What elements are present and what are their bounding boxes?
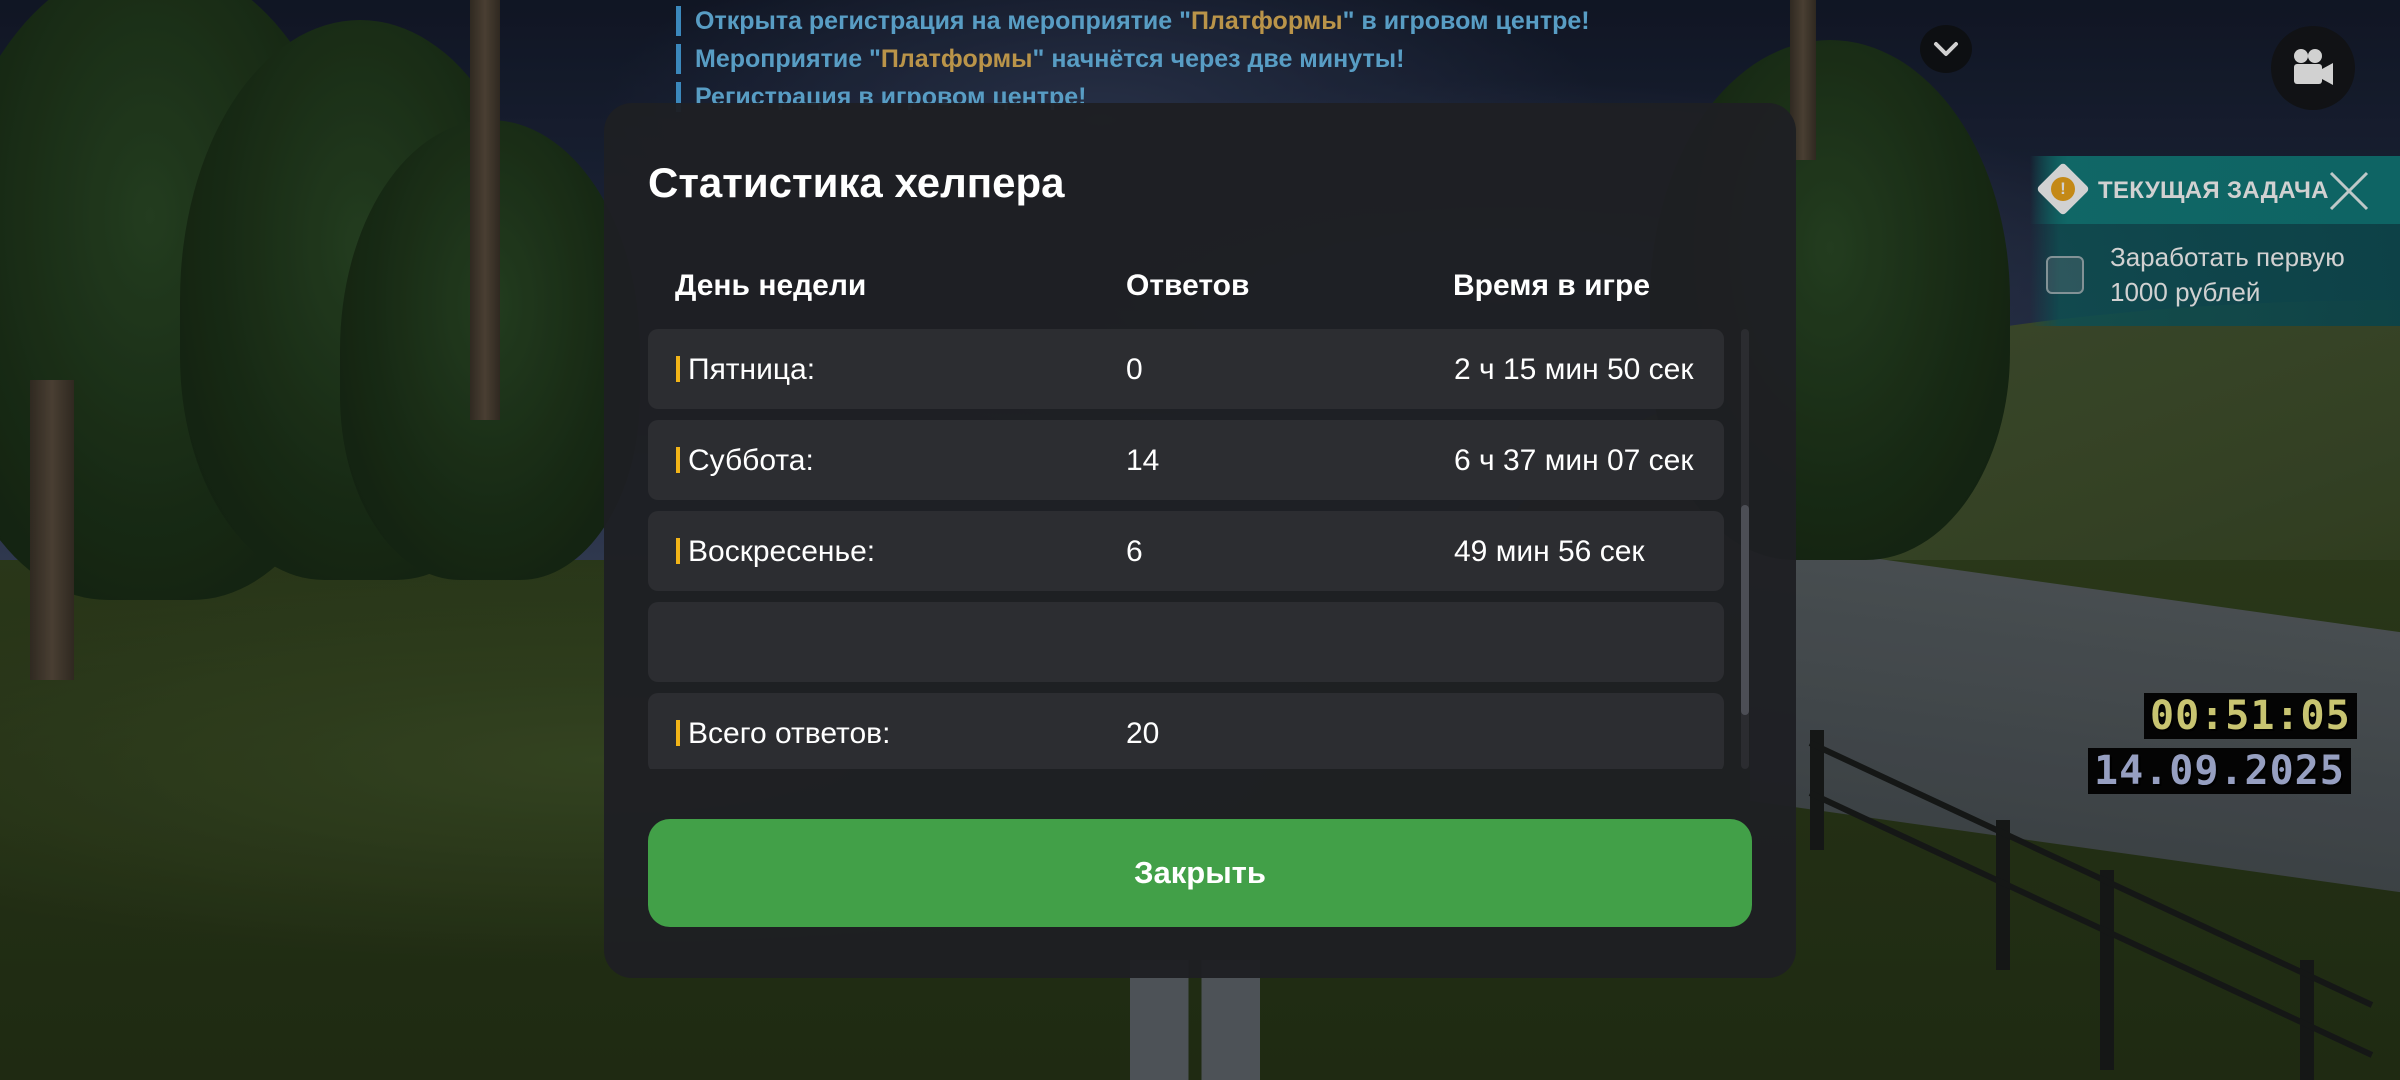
close-button[interactable]: Закрыть — [648, 819, 1752, 927]
column-header-answers: Ответов — [1126, 269, 1250, 302]
helper-stats-dialog: Статистика хелпера День недели Ответов В… — [604, 103, 1796, 978]
stats-table[interactable]: Пятница: 0 2 ч 15 мин 50 сек Суббота: 14… — [648, 329, 1728, 769]
row-marker — [676, 538, 680, 564]
cell-answers: 6 — [1126, 535, 1143, 568]
column-header-time: Время в игре — [1453, 269, 1651, 302]
table-row: Пятница: 0 2 ч 15 мин 50 сек — [648, 329, 1724, 409]
table-row-total: Всего ответов: 20 — [648, 693, 1724, 769]
column-header-day: День недели — [675, 269, 867, 302]
cell-total-label: Всего ответов: — [688, 717, 891, 750]
scrollbar-thumb[interactable] — [1741, 505, 1749, 715]
cell-time: 2 ч 15 мин 50 сек — [1454, 353, 1694, 386]
cell-total-answers: 20 — [1126, 717, 1160, 750]
cell-day: Воскресенье: — [688, 535, 876, 568]
cell-time: 6 ч 37 мин 07 сек — [1454, 444, 1694, 477]
scrollbar[interactable] — [1741, 329, 1749, 769]
row-marker — [676, 447, 680, 473]
cell-day: Суббота: — [688, 444, 814, 477]
dialog-title: Статистика хелпера — [648, 159, 1065, 206]
cell-answers: 0 — [1126, 353, 1143, 386]
game-scene: Открыта регистрация на мероприятие "Плат… — [0, 0, 2400, 1080]
row-marker — [676, 356, 680, 382]
cell-day: Пятница: — [688, 353, 816, 386]
table-row: Суббота: 14 6 ч 37 мин 07 сек — [648, 420, 1724, 500]
cell-answers: 14 — [1126, 444, 1160, 477]
table-row-empty — [648, 602, 1724, 682]
row-marker — [676, 720, 680, 746]
table-row: Воскресенье: 6 49 мин 56 сек — [648, 511, 1724, 591]
cell-time: 49 мин 56 сек — [1454, 535, 1645, 568]
